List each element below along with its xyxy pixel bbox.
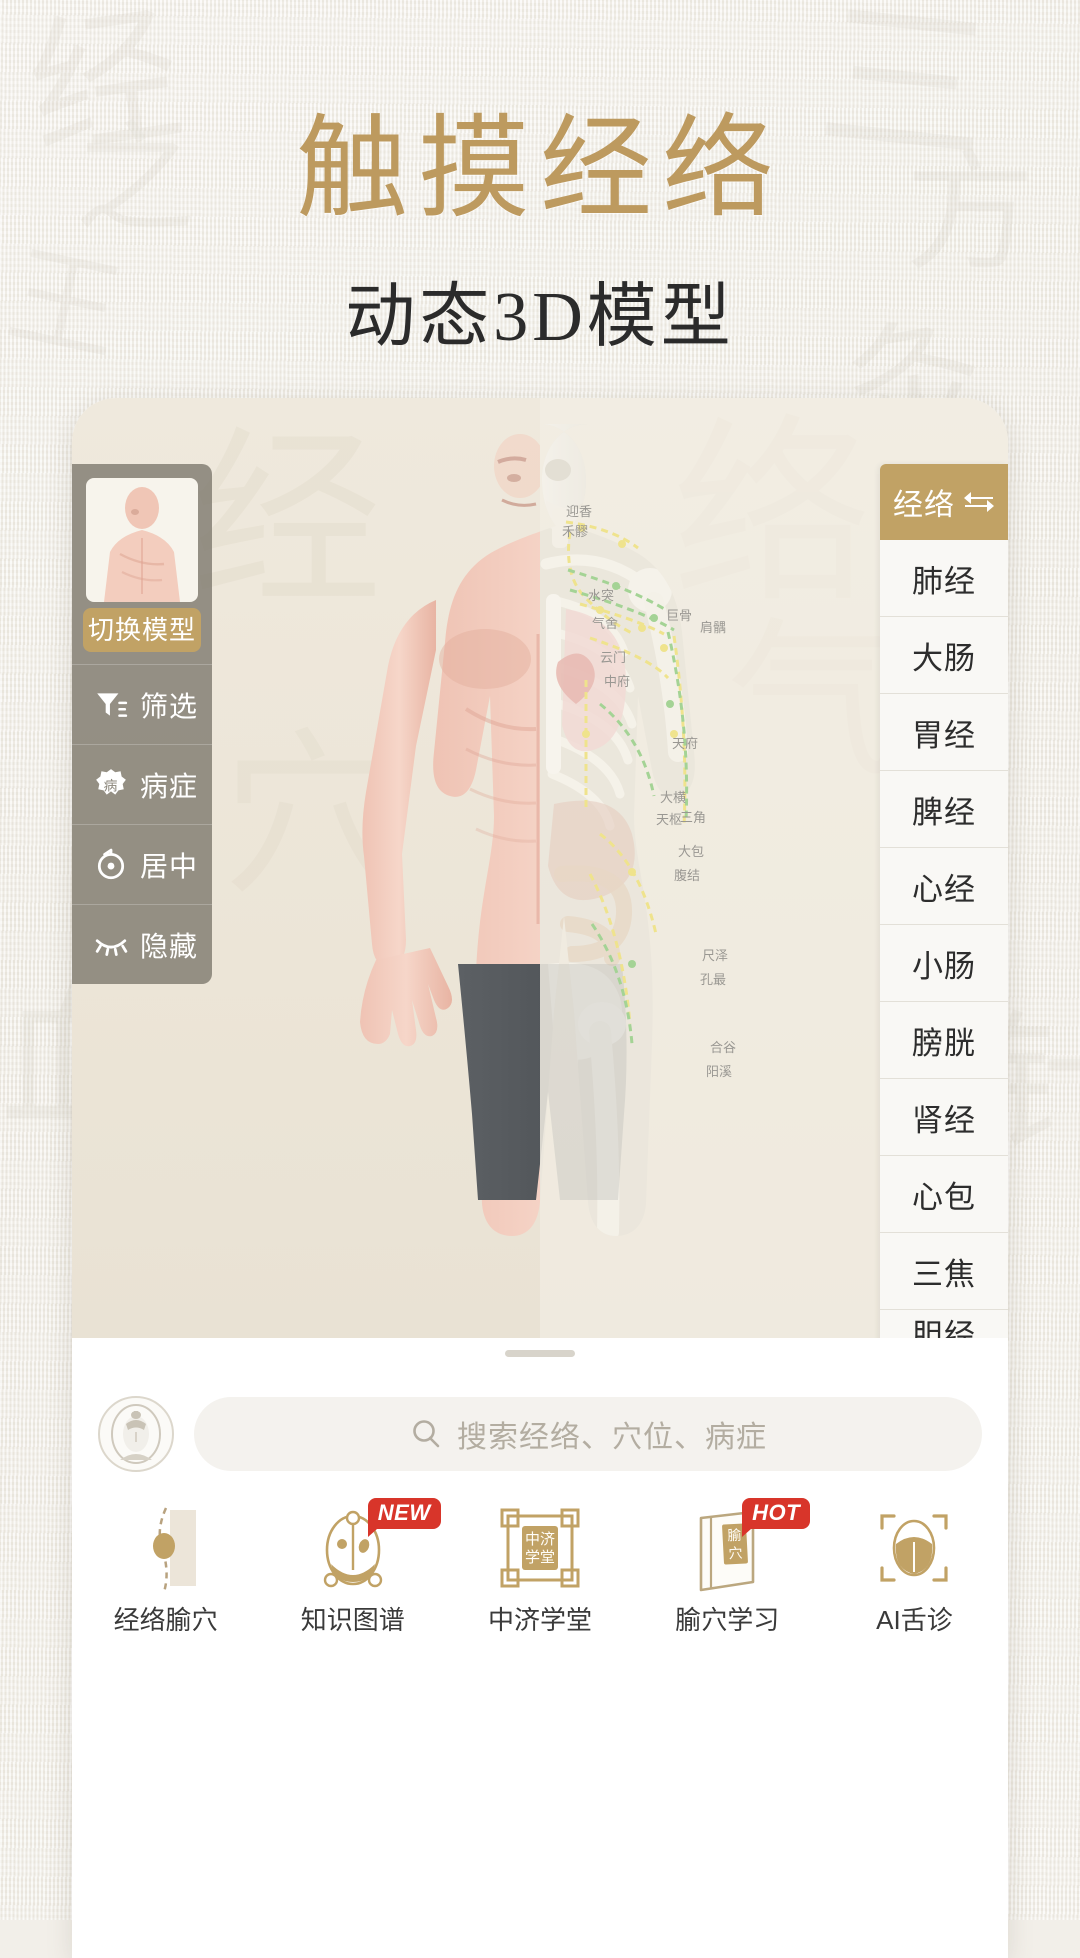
thumbnail-human-icon — [104, 487, 180, 602]
tool-rail-item-symptom[interactable]: 病 病症 — [72, 744, 212, 824]
nav-label: 经络腧穴 — [113, 1605, 218, 1635]
svg-text:腧: 腧 — [727, 1527, 742, 1544]
meridian-point-icon — [152, 1507, 196, 1593]
acupoint-label: 巨骨 — [666, 608, 692, 623]
hero-heading-block: 触摸经络 动态3D模型 — [0, 0, 1080, 361]
page-title: 触摸经络 — [296, 108, 784, 232]
meridian-item[interactable]: 膀胱 — [880, 1002, 1008, 1079]
tool-rail-item-hide[interactable]: 隐藏 — [72, 904, 212, 984]
tool-rail-label: 筛选 — [140, 690, 199, 722]
academy-icon: 中济 学堂 — [500, 1508, 580, 1588]
tool-rail-item-recenter[interactable]: 居中 — [72, 824, 212, 904]
acupoint-label: 大横 — [660, 790, 686, 805]
nav-item-academy[interactable]: 中济 学堂 中济学堂 — [446, 1502, 633, 1637]
search-icon — [413, 1420, 440, 1448]
meridian-item[interactable]: 肾经 — [880, 1079, 1008, 1156]
acupoint-label: 水突 — [588, 588, 614, 603]
bottom-nav: 经络腧穴 NEW 知识图谱 中济 学堂 中济学堂 HOT 腧 穴 腧穴学习 AI… — [72, 1490, 1008, 1660]
search-input[interactable]: 搜索经络、穴位、病症 — [194, 1397, 982, 1471]
meridian-item[interactable]: 心包 — [880, 1156, 1008, 1233]
nav-label: AI舌诊 — [876, 1605, 953, 1635]
hot-badge: HOT — [742, 1498, 811, 1538]
model-viewport[interactable]: 经 络 气 穴 迎香 禾髎 水突 气舍 云门 中府 巨骨 肩髃 天府 大横 天枢… — [72, 398, 1008, 1338]
nav-item-knowledge-graph[interactable]: NEW 知识图谱 — [259, 1498, 446, 1637]
acupoint-label: 天府 — [672, 736, 698, 751]
meridian-item[interactable]: 小肠 — [880, 925, 1008, 1002]
search-placeholder: 搜索经络、穴位、病症 — [457, 1421, 767, 1454]
user-avatar[interactable] — [98, 1396, 174, 1472]
nav-item-meridian-points[interactable]: 经络腧穴 — [72, 1502, 259, 1637]
model-tool-rail[interactable]: 切换模型 筛选 病 病症 居中 隐藏 — [72, 464, 212, 984]
meridian-item[interactable]: 脾经 — [880, 771, 1008, 848]
acupoint-label: 迎香 — [566, 504, 592, 519]
acupoint-label: 天枢 — [656, 812, 682, 827]
nav-label: 腧穴学习 — [675, 1605, 780, 1635]
acupoint-label: 阳溪 — [706, 1064, 732, 1079]
svg-text:中济: 中济 — [525, 1531, 555, 1548]
acupoint-label: 气舍 — [592, 616, 618, 631]
nav-label: 中济学堂 — [488, 1605, 593, 1635]
phone-mockup: 经 络 气 穴 迎香 禾髎 水突 气舍 云门 中府 巨骨 肩髃 天府 大横 天枢… — [72, 398, 1008, 1958]
nav-item-point-study[interactable]: HOT 腧 穴 腧穴学习 — [634, 1498, 821, 1637]
meridian-item[interactable]: 三焦 — [880, 1233, 1008, 1310]
meridian-item[interactable]: 胃经 — [880, 694, 1008, 771]
svg-text:穴: 穴 — [728, 1545, 743, 1562]
new-badge: NEW — [367, 1498, 441, 1538]
acupoint-label: 肩髃 — [700, 620, 726, 635]
meridian-item[interactable]: 心经 — [880, 848, 1008, 925]
nav-label: 知识图谱 — [300, 1605, 405, 1635]
swap-arrows-icon — [964, 492, 994, 512]
meridian-item[interactable]: 大肠 — [880, 617, 1008, 694]
disease-icon: 病 — [96, 768, 126, 795]
acupoint-label: 禾髎 — [562, 524, 588, 539]
meridian-item[interactable]: 肺经 — [880, 540, 1008, 617]
recenter-icon — [97, 848, 125, 879]
acupoint-label: 中府 — [604, 674, 630, 689]
human-3d-model[interactable]: 迎香 禾髎 水突 气舍 云门 中府 巨骨 肩髃 天府 大横 天枢 三角 大包 腹… — [270, 404, 810, 1338]
acupoint-label: 三角 — [680, 810, 706, 825]
avatar-icon — [111, 1404, 161, 1464]
model-thumbnail[interactable] — [86, 478, 198, 602]
page-subtitle: 动态3D模型 — [345, 279, 735, 356]
tool-rail-label: 隐藏 — [140, 930, 199, 962]
acupoint-label: 合谷 — [710, 1040, 736, 1055]
svg-text:学堂: 学堂 — [525, 1549, 555, 1566]
acupoint-label: 尺泽 — [702, 948, 728, 963]
funnel-icon — [97, 692, 128, 717]
search-row: 搜索经络、穴位、病症 — [72, 1382, 1008, 1486]
acupoint-label: 腹结 — [674, 868, 700, 883]
meridian-header-label: 经络 — [893, 489, 955, 522]
meridian-item[interactable]: 胆经 — [880, 1310, 1008, 1338]
acupoint-label: 大包 — [678, 844, 704, 859]
tool-rail-label: 病症 — [140, 770, 199, 802]
meridian-panel-header[interactable]: 经络 — [880, 464, 1008, 540]
panel-drag-handle[interactable] — [505, 1350, 575, 1357]
switch-model-button[interactable]: 切换模型 — [83, 608, 201, 652]
acupoint-label: 孔最 — [700, 972, 726, 987]
model-body — [360, 424, 695, 1236]
tool-rail-label: 居中 — [140, 850, 199, 882]
hide-eye-icon — [95, 938, 128, 956]
tongue-scan-icon — [880, 1514, 949, 1582]
tool-rail-item-filter[interactable]: 筛选 — [72, 664, 212, 744]
disease-icon-glyph: 病 — [104, 777, 119, 793]
acupoint-label: 云门 — [600, 650, 626, 665]
nav-item-ai-tongue[interactable]: AI舌诊 — [821, 1502, 1008, 1637]
meridian-list-panel[interactable]: 经络 肺经 大肠 胃经 脾经 心经 小肠 膀胱 肾经 心包 三焦 胆经 — [880, 464, 1008, 1338]
